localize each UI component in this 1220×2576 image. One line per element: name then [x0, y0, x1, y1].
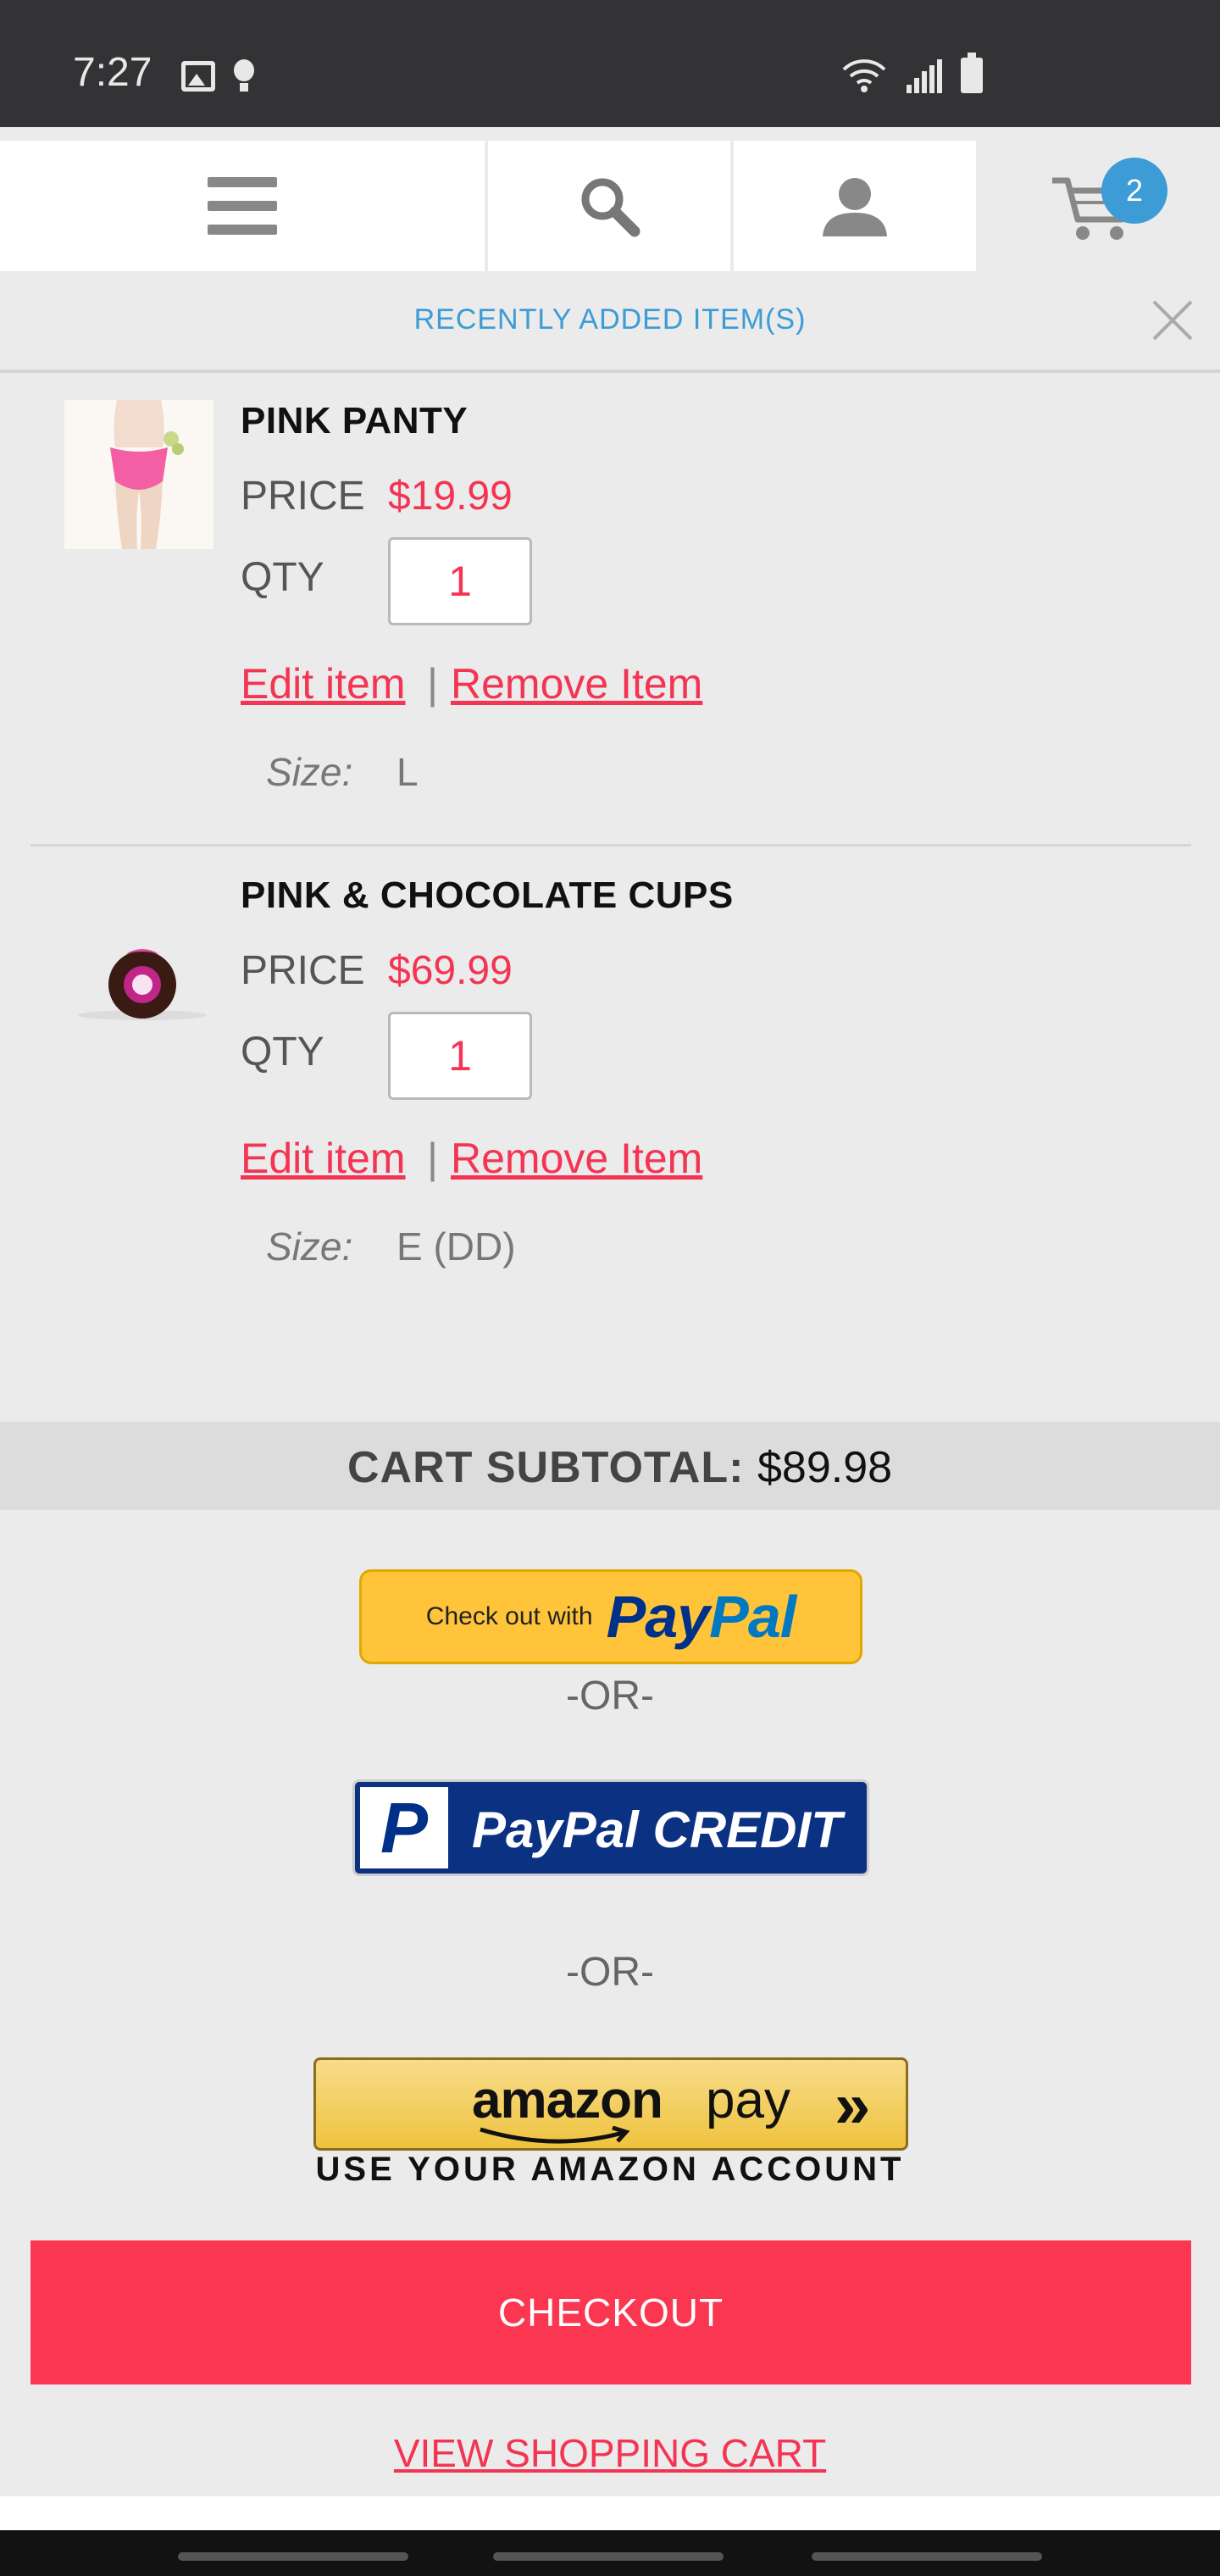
- view-shopping-cart-link[interactable]: VIEW SHOPPING CART: [0, 2430, 1220, 2476]
- pink-panty-image: [64, 400, 214, 549]
- price-label: PRICE: [241, 474, 365, 519]
- amazon-pay-text: pay: [706, 2071, 790, 2129]
- edit-item-link[interactable]: Edit item: [241, 1134, 406, 1183]
- wifi-icon: [842, 59, 886, 92]
- paypal-checkout-text: Check out with: [425, 1602, 593, 1630]
- or-divider: -OR-: [566, 1674, 654, 1718]
- cart-button[interactable]: [976, 141, 1220, 271]
- amazon-logo: amazon: [472, 2071, 663, 2129]
- hamburger-menu-icon: [208, 177, 277, 235]
- search-button[interactable]: [488, 141, 730, 271]
- recent-apps-button[interactable]: [178, 2552, 408, 2561]
- account-button[interactable]: [734, 141, 976, 271]
- paypal-p-letter: P: [380, 1787, 429, 1868]
- recently-added-bar: RECENTLY ADDED ITEM(S): [0, 271, 1220, 373]
- paypal-checkout-button[interactable]: Check out with PayPal: [359, 1569, 862, 1664]
- signal-icon: [907, 59, 942, 93]
- qty-label: QTY: [241, 555, 324, 600]
- back-button[interactable]: [812, 2552, 1042, 2561]
- size-label: Size:: [266, 750, 353, 794]
- subtotal-value: $89.98: [757, 1443, 893, 1492]
- size-value: E (DD): [396, 1224, 516, 1269]
- paypal-logo-pay: Pay: [606, 1584, 711, 1650]
- close-icon[interactable]: [1149, 297, 1196, 344]
- item-divider: [30, 844, 1191, 847]
- paypal-p-icon: P: [360, 1787, 448, 1868]
- qty-label: QTY: [241, 1030, 324, 1074]
- price-value: $19.99: [388, 474, 513, 519]
- page-bottom-edge: [0, 2496, 1220, 2530]
- product-image[interactable]: [64, 400, 214, 549]
- or-divider: -OR-: [566, 1950, 654, 1995]
- status-notification-icons: [181, 59, 254, 93]
- amazon-smile-icon: [480, 2126, 630, 2144]
- amazon-pay-button[interactable]: amazon pay »: [313, 2057, 908, 2151]
- lightbulb-icon: [234, 59, 254, 93]
- size-label: Size:: [266, 1224, 353, 1269]
- cart-count-badge: 2: [1101, 158, 1167, 224]
- price-label: PRICE: [241, 948, 365, 993]
- quantity-input[interactable]: [388, 537, 532, 625]
- remove-item-link[interactable]: Remove Item: [451, 1134, 702, 1183]
- gallery-icon: [181, 61, 215, 92]
- user-icon: [823, 178, 887, 236]
- link-separator: |: [427, 1135, 438, 1182]
- subtotal-label: CART SUBTOTAL:: [347, 1443, 745, 1492]
- product-name[interactable]: PINK PANTY: [241, 400, 468, 442]
- amazon-pay-caption: USE YOUR AMAZON ACCOUNT: [315, 2151, 905, 2188]
- recently-added-title: RECENTLY ADDED ITEM(S): [413, 303, 807, 336]
- quantity-input[interactable]: [388, 1012, 532, 1100]
- price-value: $69.99: [388, 948, 513, 993]
- status-time: 7:27: [73, 50, 152, 95]
- product-image[interactable]: [64, 908, 214, 1058]
- status-bar: 7:27: [0, 0, 1220, 127]
- battery-icon: [961, 53, 983, 93]
- menu-button[interactable]: [0, 141, 485, 271]
- product-name[interactable]: PINK & CHOCOLATE CUPS: [241, 874, 734, 917]
- remove-item-link[interactable]: Remove Item: [451, 659, 702, 708]
- paypal-credit-button[interactable]: P PayPal CREDIT: [352, 1779, 869, 1876]
- paypal-logo: PayPal: [606, 1583, 797, 1651]
- header-nav: 2: [0, 127, 1220, 271]
- paypal-logo-pal: Pal: [709, 1584, 796, 1650]
- chocolate-cups-image: [78, 949, 207, 1020]
- double-chevron-icon: »: [835, 2069, 871, 2141]
- search-icon: [581, 178, 640, 237]
- status-system-icons: [840, 53, 983, 93]
- paypal-credit-text: PayPal CREDIT: [472, 1802, 842, 1858]
- edit-item-link[interactable]: Edit item: [241, 659, 406, 708]
- size-value: L: [396, 750, 419, 794]
- home-button[interactable]: [493, 2552, 724, 2561]
- system-navigation-bar: [0, 2530, 1220, 2576]
- link-separator: |: [427, 660, 438, 708]
- checkout-button[interactable]: CHECKOUT: [30, 2240, 1191, 2384]
- cart-subtotal-bar: CART SUBTOTAL: $89.98: [0, 1422, 1220, 1510]
